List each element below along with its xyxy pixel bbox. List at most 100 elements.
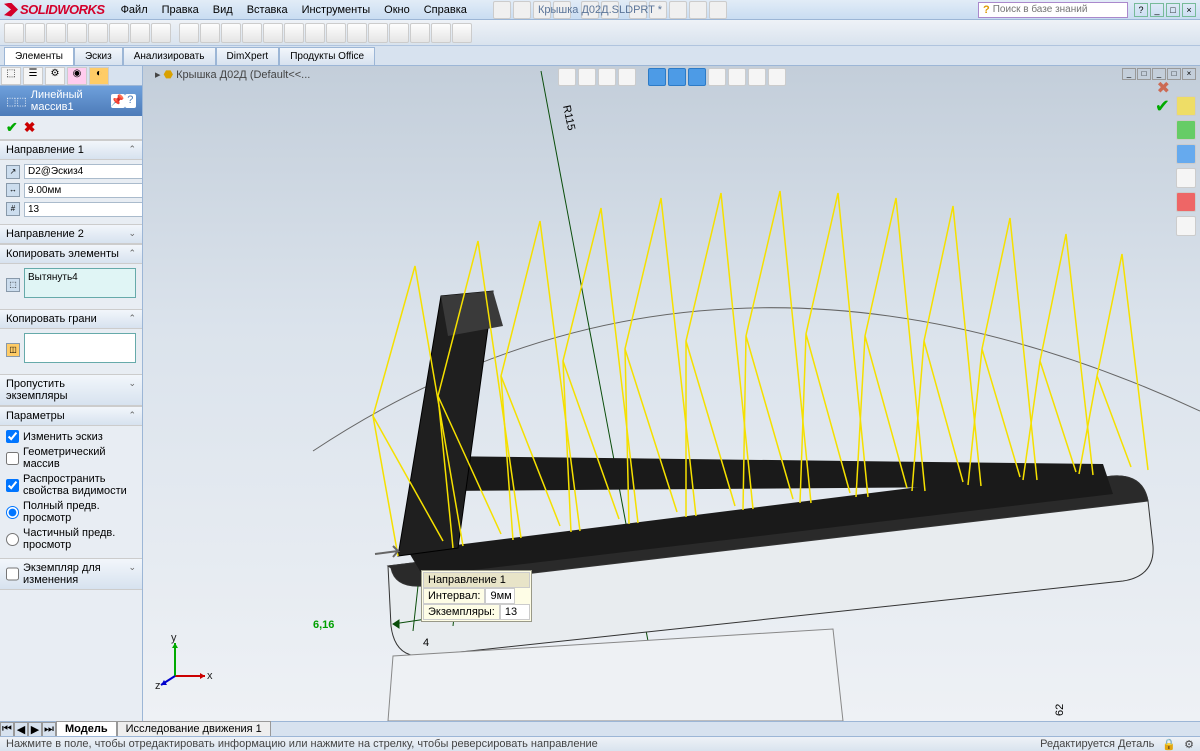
section-instance-vary[interactable]: Экземпляр для изменения⌄: [0, 558, 142, 590]
section-parameters[interactable]: Параметры⌃: [0, 406, 142, 426]
menu-window[interactable]: Окно: [378, 2, 416, 18]
tb-misc1[interactable]: [689, 1, 707, 19]
ft-16[interactable]: [326, 23, 346, 43]
chk-vary-sketch[interactable]: [6, 430, 19, 443]
feature-help-icon[interactable]: ?: [125, 94, 136, 108]
tb-open[interactable]: [513, 1, 531, 19]
orientation-triad[interactable]: x y z: [155, 631, 215, 691]
ft-2[interactable]: [25, 23, 45, 43]
section-copy-elements[interactable]: Копировать элементы⌃: [0, 244, 142, 264]
ft-10[interactable]: [200, 23, 220, 43]
menu-insert[interactable]: Вставка: [241, 2, 294, 18]
btab-model[interactable]: Модель: [56, 721, 117, 737]
callout-spacing-label: Интервал:: [423, 588, 485, 604]
section-skip-instances[interactable]: Пропустить экземпляры⌄: [0, 374, 142, 406]
ft-19[interactable]: [389, 23, 409, 43]
chk-propagate[interactable]: [6, 479, 19, 492]
status-icon2[interactable]: ⚙: [1184, 738, 1194, 751]
chevron-up-icon: ⌃: [128, 313, 136, 325]
menu-file[interactable]: Файл: [115, 2, 154, 18]
ft-15[interactable]: [305, 23, 325, 43]
section-direction2[interactable]: Направление 2⌄: [0, 224, 142, 244]
ok-button[interactable]: ✔: [6, 119, 18, 136]
menu-edit[interactable]: Правка: [156, 2, 205, 18]
edge-icon[interactable]: ↗: [6, 165, 20, 179]
features-to-pattern-list[interactable]: Вытянуть4: [24, 268, 136, 298]
ft-8[interactable]: [151, 23, 171, 43]
ft-21[interactable]: [431, 23, 451, 43]
ft-11[interactable]: [221, 23, 241, 43]
radio-partial-preview[interactable]: [6, 533, 19, 546]
ft-6[interactable]: [109, 23, 129, 43]
ptab-property[interactable]: ☰: [23, 67, 43, 85]
ft-4[interactable]: [67, 23, 87, 43]
menu-tools[interactable]: Инструменты: [296, 2, 377, 18]
svg-text:z: z: [155, 680, 161, 691]
graphics-viewport[interactable]: ▸ ⬣ Крышка Д02Д (Default<<... _□_□× ✖ ✔: [143, 66, 1200, 721]
panel-tab-row: ⬚ ☰ ⚙ ◉ ◐: [0, 66, 142, 86]
ft-7[interactable]: [130, 23, 150, 43]
ft-9[interactable]: [179, 23, 199, 43]
tab-features[interactable]: Элементы: [4, 47, 74, 65]
ptab-display[interactable]: ◐: [89, 67, 109, 85]
ptab-config[interactable]: ⚙: [45, 67, 65, 85]
ft-14[interactable]: [284, 23, 304, 43]
cancel-button[interactable]: ✖: [24, 119, 36, 136]
chevron-up-icon: ⌃: [128, 248, 136, 260]
tab-dimxpert[interactable]: DimXpert: [216, 47, 280, 65]
btab-first[interactable]: ⏮: [0, 722, 14, 737]
spacing-input[interactable]: [24, 183, 143, 198]
ft-17[interactable]: [347, 23, 367, 43]
pattern-icon: ⬚⬚: [6, 95, 27, 108]
svg-text:y: y: [171, 632, 177, 644]
count-input[interactable]: [24, 202, 143, 217]
btab-last[interactable]: ⏭: [42, 722, 56, 737]
help-dropdown[interactable]: ?: [1134, 3, 1148, 17]
feature-list-icon: ⬚: [6, 278, 20, 292]
ft-3[interactable]: [46, 23, 66, 43]
tab-office[interactable]: Продукты Office: [279, 47, 375, 65]
menu-help[interactable]: Справка: [418, 2, 473, 18]
pattern-callout[interactable]: Направление 1 Интервал:9мм Экземпляры:13: [421, 570, 532, 622]
callout-spacing-value[interactable]: 9мм: [485, 588, 515, 604]
faces-to-pattern-list[interactable]: [24, 333, 136, 363]
radio-full-preview[interactable]: [6, 506, 19, 519]
tab-analyze[interactable]: Анализировать: [123, 47, 216, 65]
chevron-up-icon: ⌃: [128, 410, 136, 422]
feature-pin-icon[interactable]: 📌: [111, 94, 125, 108]
status-icon1[interactable]: 🔒: [1162, 738, 1176, 751]
search-input[interactable]: [993, 4, 1123, 15]
tb-options[interactable]: [669, 1, 687, 19]
feature-header: ⬚⬚ Линейный массив1 📌 ?: [0, 86, 142, 116]
ptab-dim[interactable]: ◉: [67, 67, 87, 85]
ft-13[interactable]: [263, 23, 283, 43]
dim-6-16: 6,16: [313, 619, 334, 631]
count-icon: #: [6, 202, 20, 216]
ft-1[interactable]: [4, 23, 24, 43]
ft-20[interactable]: [410, 23, 430, 43]
ft-22[interactable]: [452, 23, 472, 43]
win-min[interactable]: _: [1150, 3, 1164, 17]
ft-5[interactable]: [88, 23, 108, 43]
direction-edge-input[interactable]: [24, 164, 143, 179]
section-copy-faces[interactable]: Копировать грани⌃: [0, 309, 142, 329]
knowledge-search[interactable]: ?: [978, 2, 1128, 18]
tab-sketch[interactable]: Эскиз: [74, 47, 123, 65]
btab-next[interactable]: ▶: [28, 722, 42, 737]
chk-geometric[interactable]: [6, 452, 19, 465]
btab-motion[interactable]: Исследование движения 1: [117, 721, 271, 737]
chk-instance-vary[interactable]: [6, 562, 19, 586]
ft-12[interactable]: [242, 23, 262, 43]
main-menu: Файл Правка Вид Вставка Инструменты Окно…: [115, 2, 473, 18]
menu-view[interactable]: Вид: [207, 2, 239, 18]
callout-count-value[interactable]: 13: [500, 604, 530, 620]
win-max[interactable]: □: [1166, 3, 1180, 17]
win-close[interactable]: ×: [1182, 3, 1196, 17]
tb-new[interactable]: [493, 1, 511, 19]
spacing-icon: ↔: [6, 183, 20, 197]
btab-prev[interactable]: ◀: [14, 722, 28, 737]
section-direction1[interactable]: Направление 1⌃: [0, 140, 142, 160]
ptab-feature-tree[interactable]: ⬚: [1, 67, 21, 85]
ft-18[interactable]: [368, 23, 388, 43]
tb-misc2[interactable]: [709, 1, 727, 19]
